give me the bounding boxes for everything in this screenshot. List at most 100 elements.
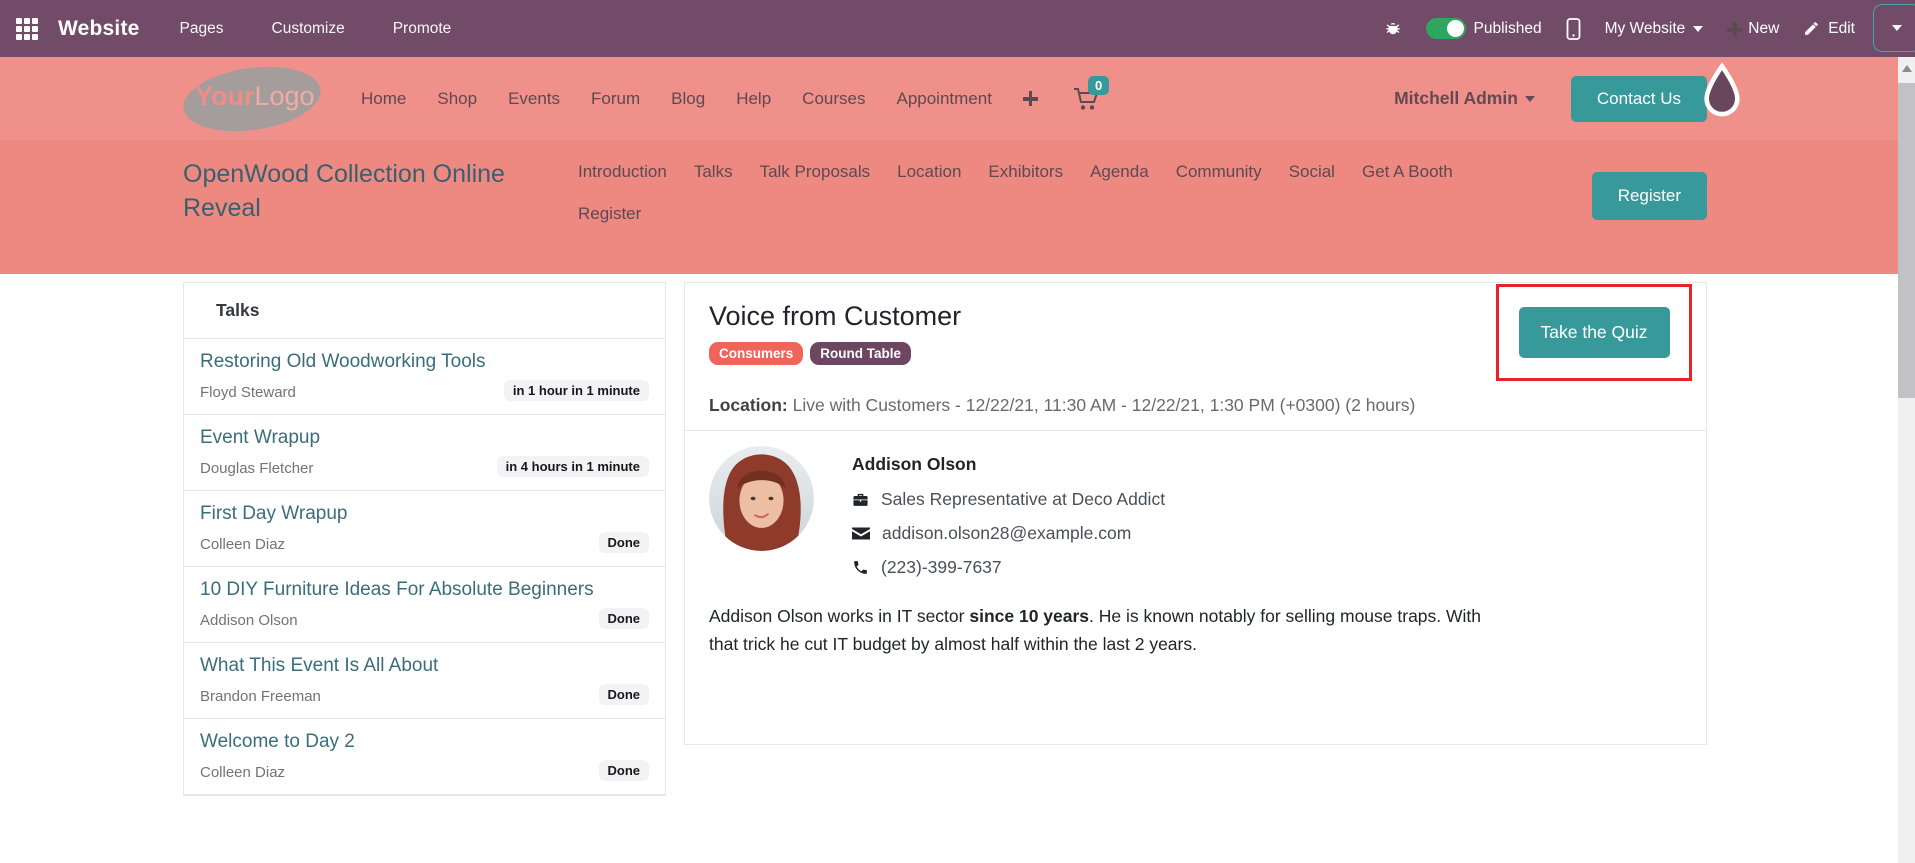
- talk-title-link[interactable]: First Day Wrapup: [200, 503, 649, 525]
- plus-icon: [1727, 22, 1743, 37]
- briefcase-icon: [853, 493, 868, 506]
- talk-status-badge: Done: [598, 684, 649, 705]
- event-nav-talks[interactable]: Talks: [694, 162, 733, 182]
- site-logo[interactable]: YourLogo: [179, 58, 325, 139]
- menu-customize[interactable]: Customize: [272, 20, 345, 38]
- odoo-top-bar: Website Pages Customize Promote Publishe…: [0, 0, 1915, 57]
- cart-button[interactable]: 0: [1072, 75, 1110, 112]
- talk-list-item[interactable]: What This Event Is All About Brandon Fre…: [184, 643, 665, 719]
- event-nav-talk-proposals[interactable]: Talk Proposals: [760, 162, 871, 182]
- talk-list-item[interactable]: Restoring Old Woodworking Tools Floyd St…: [184, 339, 665, 415]
- talk-status-badge: Done: [598, 608, 649, 629]
- event-banner: OpenWood Collection Online Reveal Introd…: [0, 140, 1915, 274]
- talk-speaker: Floyd Steward: [200, 384, 296, 401]
- speaker-name: Addison Olson: [852, 454, 977, 474]
- page-scrollbar[interactable]: [1898, 57, 1915, 863]
- event-title[interactable]: OpenWood Collection Online Reveal: [183, 140, 533, 274]
- nav-appointment[interactable]: Appointment: [896, 89, 991, 109]
- speaker-role: Sales Representative at Deco Addict: [881, 489, 1166, 509]
- app-title[interactable]: Website: [58, 17, 140, 41]
- contact-us-button[interactable]: Contact Us: [1570, 75, 1707, 122]
- nav-help[interactable]: Help: [736, 89, 771, 109]
- event-nav-get-a-booth[interactable]: Get A Booth: [1362, 162, 1453, 182]
- website-header: YourLogo Home Shop Events Forum Blog Hel…: [0, 57, 1915, 140]
- nav-home[interactable]: Home: [361, 89, 406, 109]
- edit-button[interactable]: Edit: [1803, 20, 1855, 38]
- event-nav-introduction[interactable]: Introduction: [578, 162, 667, 182]
- event-nav: Introduction Talks Talk Proposals Locati…: [533, 140, 1592, 274]
- speaker-phone[interactable]: (223)-399-7637: [881, 557, 1002, 578]
- talk-status-badge: Done: [598, 760, 649, 781]
- add-page-plus-icon[interactable]: [1022, 91, 1038, 106]
- talk-title-link[interactable]: Welcome to Day 2: [200, 731, 649, 753]
- systray-more-button[interactable]: [1873, 4, 1915, 52]
- chevron-down-icon: [1524, 95, 1535, 102]
- talk-title-link[interactable]: Event Wrapup: [200, 427, 649, 449]
- nav-forum[interactable]: Forum: [591, 89, 640, 109]
- talk-speaker: Colleen Diaz: [200, 764, 286, 781]
- mobile-preview-icon[interactable]: [1566, 17, 1581, 40]
- menu-pages[interactable]: Pages: [180, 20, 224, 38]
- talk-status-badge: in 4 hours in 1 minute: [496, 456, 649, 477]
- chevron-down-icon: [1892, 25, 1902, 31]
- talk-title-link[interactable]: 10 DIY Furniture Ideas For Absolute Begi…: [200, 579, 649, 601]
- event-nav-agenda[interactable]: Agenda: [1090, 162, 1149, 182]
- take-the-quiz-button[interactable]: Take the Quiz: [1518, 307, 1670, 358]
- website-switcher[interactable]: My Website: [1605, 20, 1704, 38]
- talk-list-item[interactable]: First Day Wrapup Colleen Diaz Done: [184, 491, 665, 567]
- user-menu[interactable]: Mitchell Admin: [1394, 88, 1535, 109]
- published-label: Published: [1473, 19, 1542, 37]
- talk-title-link[interactable]: What This Event Is All About: [200, 655, 649, 677]
- debug-bug-icon[interactable]: [1384, 20, 1402, 38]
- sidebar-title: Talks: [184, 283, 665, 339]
- event-nav-social[interactable]: Social: [1289, 162, 1335, 182]
- talk-list-item[interactable]: Event Wrapup Douglas Fletcher in 4 hours…: [184, 415, 665, 491]
- speaker-avatar: [709, 446, 814, 551]
- pencil-icon: [1805, 22, 1819, 35]
- speaker-email[interactable]: addison.olson28@example.com: [882, 523, 1131, 544]
- chevron-down-icon: [1693, 25, 1704, 32]
- nav-blog[interactable]: Blog: [671, 89, 705, 109]
- new-button-label: New: [1748, 19, 1780, 37]
- location-label: Location:: [709, 395, 788, 415]
- talk-speaker: Douglas Fletcher: [200, 460, 314, 477]
- speaker-bio: Addison Olson works in IT sector since 1…: [709, 606, 1482, 654]
- talk-title-link[interactable]: Restoring Old Woodworking Tools: [200, 351, 649, 373]
- user-name: Mitchell Admin: [1394, 88, 1518, 108]
- systray: Published My Website New Edit: [1384, 17, 1855, 40]
- talk-speaker: Colleen Diaz: [200, 536, 286, 553]
- new-button[interactable]: New: [1727, 20, 1779, 38]
- website-switcher-label: My Website: [1604, 19, 1686, 37]
- talk-detail-panel: Voice from Customer Consumers Round Tabl…: [684, 282, 1707, 745]
- talk-speaker: Addison Olson: [200, 612, 298, 629]
- edit-button-label: Edit: [1828, 19, 1855, 37]
- talk-list-item[interactable]: 10 DIY Furniture Ideas For Absolute Begi…: [184, 567, 665, 643]
- site-nav: Home Shop Events Forum Blog Help Courses…: [361, 89, 1038, 109]
- cart-count-badge: 0: [1087, 75, 1110, 95]
- event-nav-exhibitors[interactable]: Exhibitors: [988, 162, 1063, 182]
- apps-grid-icon[interactable]: [16, 17, 38, 40]
- event-nav-community[interactable]: Community: [1176, 162, 1262, 182]
- publish-toggle-group[interactable]: Published: [1425, 18, 1542, 39]
- nav-events[interactable]: Events: [508, 89, 560, 109]
- tag-badge-consumers: Consumers: [709, 342, 804, 365]
- location-value: Live with Customers - 12/22/21, 11:30 AM…: [787, 395, 1416, 415]
- nav-courses[interactable]: Courses: [802, 89, 865, 109]
- speaker-card: Addison Olson Sales Representative at De…: [685, 430, 1706, 698]
- app-menu: Pages Customize Promote: [180, 20, 452, 38]
- nav-shop[interactable]: Shop: [437, 89, 477, 109]
- event-nav-location[interactable]: Location: [897, 162, 961, 182]
- scrollbar-thumb[interactable]: [1898, 83, 1915, 398]
- phone-icon: [854, 561, 867, 574]
- register-button[interactable]: Register: [1591, 172, 1707, 220]
- quiz-highlight-annotation: Take the Quiz: [1496, 284, 1692, 381]
- published-toggle[interactable]: [1425, 18, 1466, 39]
- talk-speaker: Brandon Freeman: [200, 688, 321, 705]
- scrollbar-up-arrow[interactable]: [1901, 65, 1912, 72]
- envelope-icon: [852, 527, 870, 540]
- tag-badge-round-table: Round Table: [810, 342, 912, 365]
- logo-text-your: Your: [195, 80, 255, 111]
- event-nav-register[interactable]: Register: [578, 204, 641, 224]
- menu-promote[interactable]: Promote: [393, 20, 452, 38]
- talk-list-item[interactable]: Welcome to Day 2 Colleen Diaz Done: [184, 719, 665, 795]
